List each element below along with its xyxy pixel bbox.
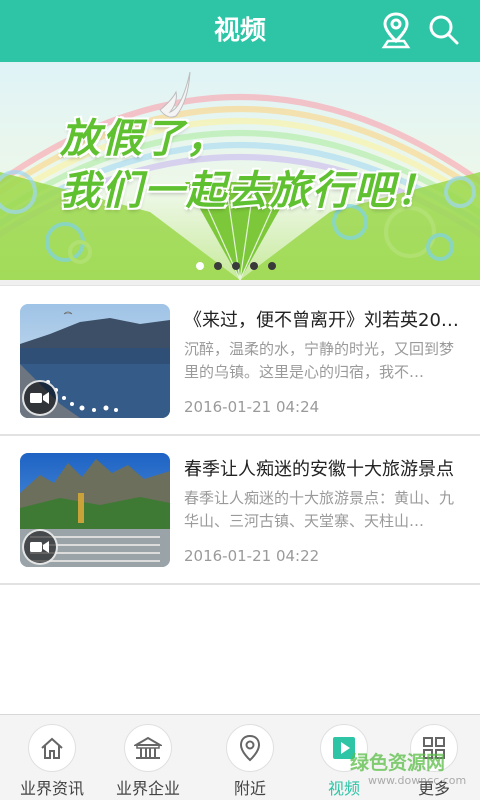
video-thumbnail [20,453,170,567]
promo-banner[interactable]: 放假了， 我们一起去旅行吧！ [0,62,480,280]
nav-tab-industry-news[interactable]: 业界资讯 [4,715,100,800]
video-camera-icon [22,380,58,416]
nav-tab-nearby[interactable]: 附近 [202,715,298,800]
video-camera-icon [22,529,58,565]
app-header: 视频 [0,0,480,62]
home-icon [28,724,76,772]
video-title: 《来过，便不曾离开》刘若英20… [184,310,459,331]
video-list-item[interactable]: 春季让人痴迷的安徽十大旅游景点 春季让人痴迷的十大旅游景点：黄山、九华山、三河古… [0,437,480,585]
search-icon[interactable] [424,10,464,50]
video-description: 春季让人痴迷的十大旅游景点：黄山、九华山、三河古镇、天堂寨、天柱山… [184,489,455,530]
nav-tab-video[interactable]: 视频 [296,715,392,800]
nav-label: 业界资讯 [19,779,84,798]
nav-label: 附近 [233,779,266,798]
building-icon [124,724,172,772]
banner-headline-1: 放假了， [60,116,228,162]
video-timestamp: 2016-01-21 04:24 [184,398,320,416]
location-pin-icon [226,724,274,772]
location-icon[interactable] [376,10,416,50]
video-timestamp: 2016-01-21 04:22 [184,547,320,565]
video-title: 春季让人痴迷的安徽十大旅游景点 [184,459,454,480]
video-list-item[interactable]: 《来过，便不曾离开》刘若英20… 沉醉，温柔的水，宁静的时光，又回到梦里的乌镇。… [0,288,480,436]
video-description: 沉醉，温柔的水，宁静的时光，又回到梦里的乌镇。这里是心的归宿，我不… [184,340,455,381]
pagination-dot[interactable] [196,262,204,270]
pagination-dot[interactable] [232,262,240,270]
divider [0,280,480,286]
play-icon [320,724,368,772]
grid-icon [410,724,458,772]
bottom-navigation: 业界资讯 业界企业 附近 视频 更多 [0,714,480,800]
banner-headline-2: 我们一起去旅行吧！ [60,168,438,214]
pagination-dot[interactable] [214,262,222,270]
nav-label: 业界企业 [115,779,180,798]
pagination-dot[interactable] [268,262,276,270]
pagination-dot[interactable] [250,262,258,270]
banner-pagination [196,262,276,270]
nav-label: 更多 [417,779,450,798]
video-thumbnail [20,304,170,418]
nav-tab-industry-companies[interactable]: 业界企业 [100,715,196,800]
nav-label: 视频 [327,779,360,798]
nav-tab-more[interactable]: 更多 [386,715,480,800]
